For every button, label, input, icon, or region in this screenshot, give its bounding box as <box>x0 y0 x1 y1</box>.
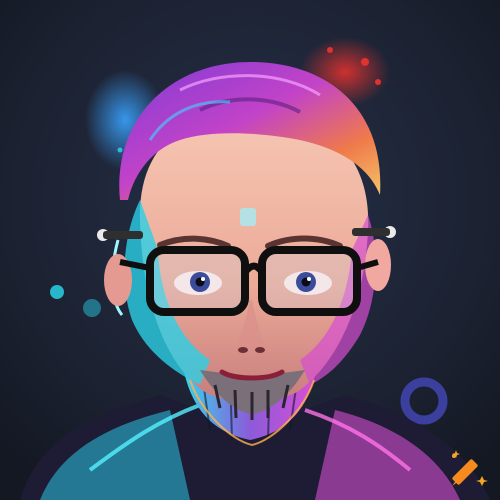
portrait-canvas <box>0 0 500 500</box>
forehead-light <box>240 208 256 226</box>
portrait-illustration <box>0 0 500 500</box>
crayon-watermark-icon <box>446 446 492 492</box>
